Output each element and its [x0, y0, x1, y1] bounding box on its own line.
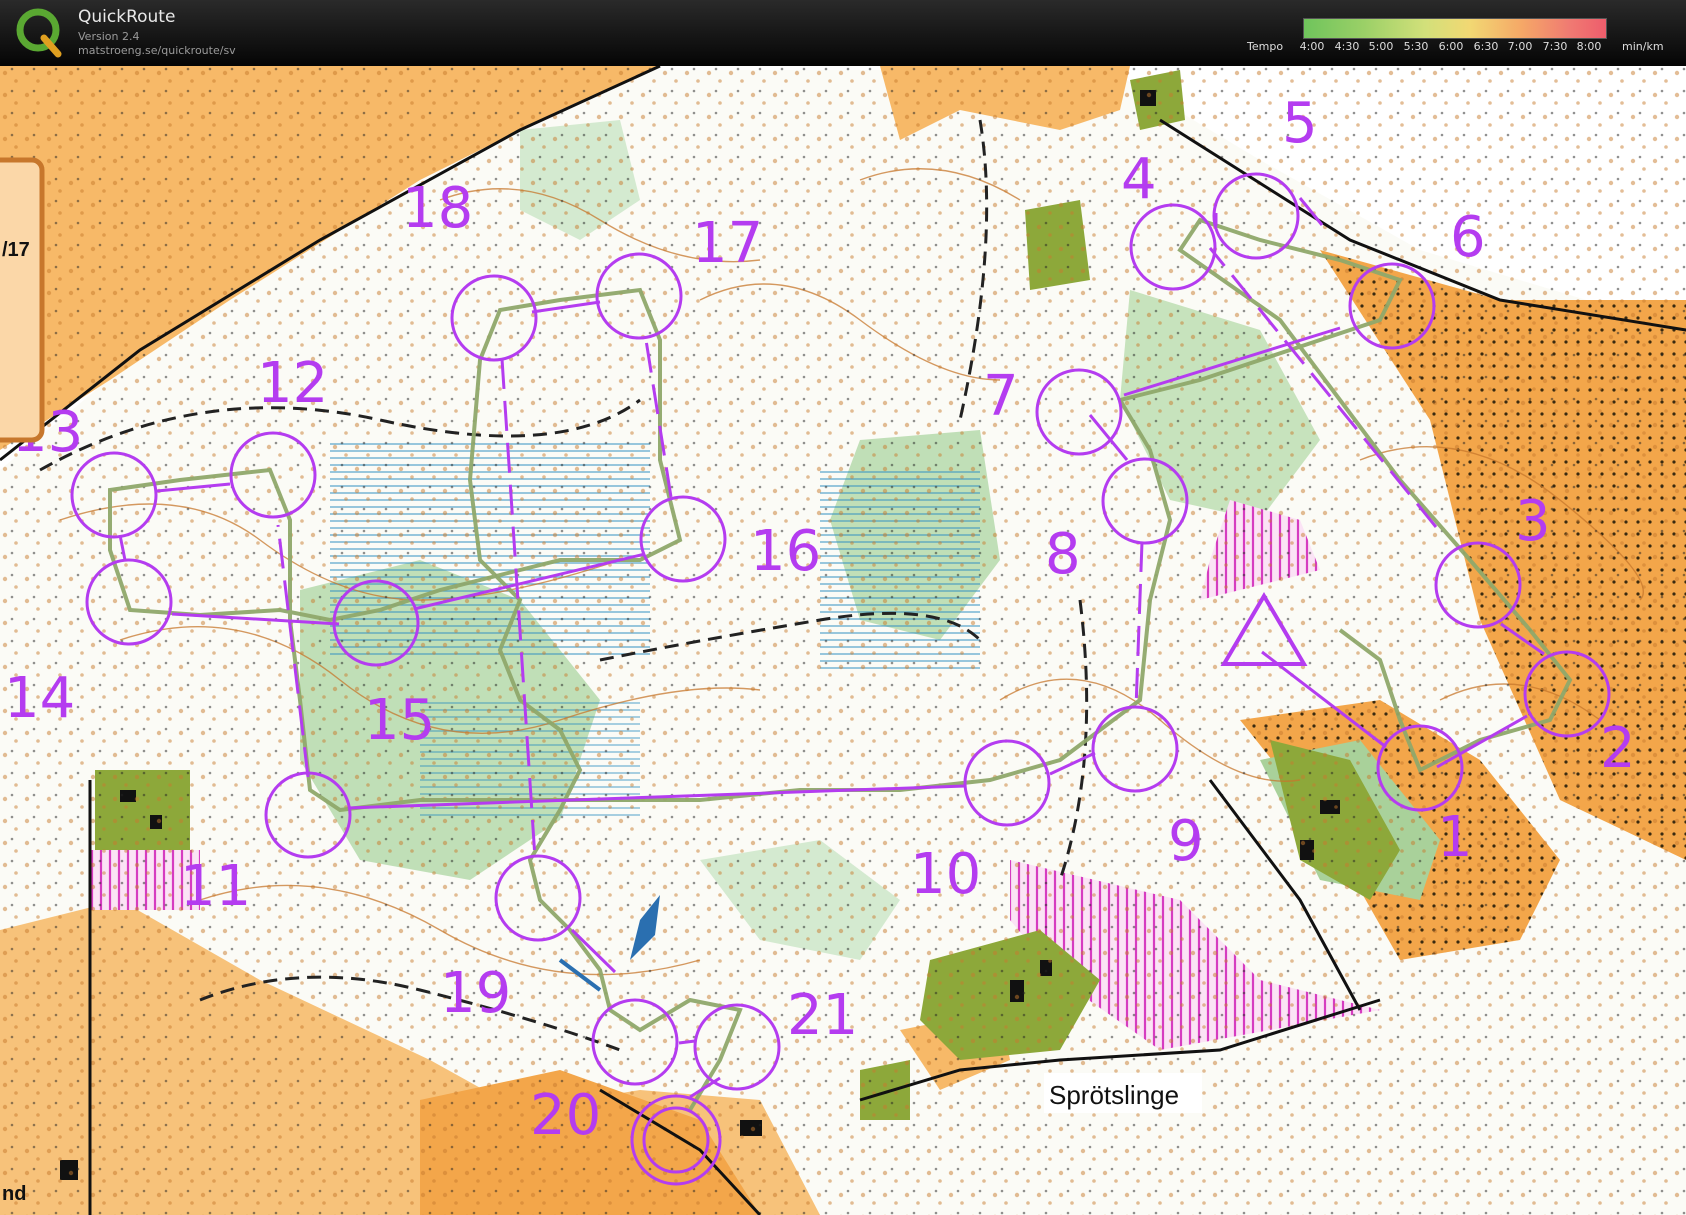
- map-info-box-edge: [0, 157, 45, 443]
- control-number-20: 20: [530, 1083, 601, 1148]
- control-number-5: 5: [1282, 91, 1318, 156]
- control-number-6: 6: [1450, 205, 1486, 270]
- control-number-19: 19: [440, 961, 511, 1026]
- control-number-4: 4: [1121, 147, 1157, 212]
- quickroute-window: QuickRoute Version 2.4 matstroeng.se/qui…: [0, 0, 1686, 1215]
- pace-tick: 5:00: [1368, 40, 1394, 53]
- control-number-12: 12: [257, 351, 328, 416]
- control-number-11: 11: [180, 854, 251, 919]
- orienteering-map[interactable]: 1 2 3 4 5 6 7 8 9 10 11 12 13 14 15 16 1…: [0, 66, 1686, 1215]
- pace-tick: 4:00: [1299, 40, 1325, 53]
- control-number-17: 17: [692, 211, 763, 276]
- map-edge-text-bottom: nd: [2, 1183, 26, 1205]
- app-header: QuickRoute Version 2.4 matstroeng.se/qui…: [0, 0, 1686, 66]
- control-number-10: 10: [910, 842, 981, 907]
- pace-tick: 4:30: [1334, 40, 1360, 53]
- pace-tick: 5:30: [1403, 40, 1429, 53]
- pace-tick: 7:00: [1507, 40, 1533, 53]
- control-number-9: 9: [1168, 809, 1204, 874]
- app-url[interactable]: matstroeng.se/quickroute/sv: [78, 44, 236, 57]
- control-number-1: 1: [1437, 805, 1473, 870]
- pace-tick: 7:30: [1542, 40, 1568, 53]
- place-name-sprotslinge: Sprötslinge: [1049, 1080, 1179, 1110]
- control-number-8: 8: [1045, 522, 1081, 587]
- app-version: Version 2.4: [78, 30, 140, 43]
- control-number-18: 18: [402, 176, 473, 241]
- control-number-2: 2: [1600, 716, 1636, 781]
- control-number-14: 14: [4, 666, 75, 731]
- quickroute-logo-icon: [16, 8, 62, 58]
- pace-tick: 6:30: [1473, 40, 1499, 53]
- pace-legend-unit: min/km: [1622, 40, 1664, 53]
- leg-20-21: [678, 1039, 696, 1045]
- pace-legend-label: Tempo: [1247, 40, 1284, 53]
- control-number-7: 7: [983, 364, 1019, 429]
- pace-tick: 6:00: [1438, 40, 1464, 53]
- control-number-15: 15: [364, 688, 435, 753]
- control-number-16: 16: [750, 519, 821, 584]
- pace-tick: 8:00: [1576, 40, 1602, 53]
- control-number-21: 21: [787, 983, 858, 1048]
- app-title: QuickRoute: [78, 7, 176, 27]
- pace-color-scale: [1303, 18, 1607, 39]
- map-edge-text-top: /17: [2, 239, 30, 261]
- control-number-3: 3: [1515, 489, 1551, 554]
